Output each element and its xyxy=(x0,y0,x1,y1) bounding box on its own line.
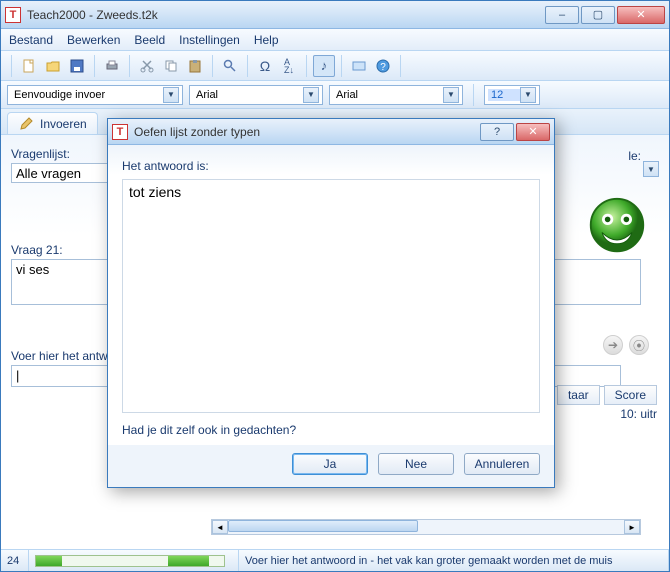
menu-instellingen[interactable]: Instellingen xyxy=(179,33,240,47)
chevron-down-icon[interactable]: ▼ xyxy=(643,161,659,177)
main-titlebar[interactable]: T Teach2000 - Zweeds.t2k – ▢ ✕ xyxy=(1,1,669,29)
dialog-answer-box: tot ziens xyxy=(122,179,540,413)
window-title: Teach2000 - Zweeds.t2k xyxy=(27,8,545,22)
scrollbar-thumb[interactable] xyxy=(228,520,418,532)
dialog-help-button[interactable]: ? xyxy=(480,123,514,141)
paste-icon[interactable] xyxy=(184,55,206,77)
toolbar: Ω AZ↓ ♪ ? xyxy=(1,51,669,81)
scroll-right-icon[interactable]: ► xyxy=(624,520,640,534)
dialog-question: Had je dit zelf ook in gedachten? xyxy=(122,423,540,437)
pencil-icon xyxy=(18,116,34,132)
sound-icon[interactable]: ♪ xyxy=(313,55,335,77)
font2-dropdown[interactable]: Arial ▼ xyxy=(329,85,463,105)
smiley-icon xyxy=(587,195,647,255)
open-file-icon[interactable] xyxy=(42,55,64,77)
statusbar: 24 Voer hier het antwoord in - het vak k… xyxy=(1,549,669,571)
no-button[interactable]: Nee xyxy=(378,453,454,475)
new-file-icon[interactable] xyxy=(18,55,40,77)
chevron-down-icon: ▼ xyxy=(520,87,536,103)
status-count: 24 xyxy=(1,550,29,571)
next-arrow-icon[interactable]: ➔ xyxy=(603,335,623,355)
chevron-down-icon: ▼ xyxy=(303,87,319,103)
status-hint: Voer hier het antwoord in - het vak kan … xyxy=(239,550,669,571)
practice-dialog: T Oefen lijst zonder typen ? ✕ Het antwo… xyxy=(107,118,555,488)
table-row: 10: uitr xyxy=(620,407,657,421)
help-icon[interactable]: ? xyxy=(372,55,394,77)
dialog-close-button[interactable]: ✕ xyxy=(516,123,550,141)
tab-label: Invoeren xyxy=(40,117,87,131)
minimize-button[interactable]: – xyxy=(545,6,579,24)
menu-bewerken[interactable]: Bewerken xyxy=(67,33,120,47)
svg-text:?: ? xyxy=(380,62,386,73)
find-icon[interactable] xyxy=(219,55,241,77)
menu-bestand[interactable]: Bestand xyxy=(9,33,53,47)
chevron-down-icon: ▼ xyxy=(443,87,459,103)
right-label: le: xyxy=(628,149,641,163)
omega-icon[interactable]: Ω xyxy=(254,55,276,77)
cut-icon[interactable] xyxy=(136,55,158,77)
dialog-title: Oefen lijst zonder typen xyxy=(134,125,480,139)
progress-bar xyxy=(35,555,225,567)
table-col-taar[interactable]: taar xyxy=(557,385,600,405)
print-icon[interactable] xyxy=(101,55,123,77)
app-icon: T xyxy=(5,7,21,23)
card-icon[interactable] xyxy=(348,55,370,77)
sort-icon[interactable]: AZ↓ xyxy=(278,55,300,77)
menubar: Bestand Bewerken Beeld Instellingen Help xyxy=(1,29,669,51)
cancel-button[interactable]: Annuleren xyxy=(464,453,540,475)
stop-icon[interactable]: ⦿ xyxy=(629,335,649,355)
yes-button[interactable]: Ja xyxy=(292,453,368,475)
font1-dropdown[interactable]: Arial ▼ xyxy=(189,85,323,105)
dialog-answer-label: Het antwoord is: xyxy=(122,159,540,173)
menu-beeld[interactable]: Beeld xyxy=(134,33,165,47)
menu-help[interactable]: Help xyxy=(254,33,279,47)
table-col-score[interactable]: Score xyxy=(604,385,657,405)
maximize-button[interactable]: ▢ xyxy=(581,6,615,24)
chevron-down-icon: ▼ xyxy=(163,87,179,103)
fontsize-dropdown[interactable]: 12 ▼ xyxy=(484,85,540,105)
horizontal-scrollbar[interactable]: ◄ ► xyxy=(211,519,641,535)
copy-icon[interactable] xyxy=(160,55,182,77)
tab-invoeren[interactable]: Invoeren xyxy=(7,112,98,134)
scroll-left-icon[interactable]: ◄ xyxy=(212,520,228,534)
mode-dropdown[interactable]: Eenvoudige invoer ▼ xyxy=(7,85,183,105)
close-button[interactable]: ✕ xyxy=(617,6,665,24)
control-bar: Eenvoudige invoer ▼ Arial ▼ Arial ▼ 12 ▼ xyxy=(1,81,669,109)
app-icon: T xyxy=(112,124,128,140)
dialog-titlebar[interactable]: T Oefen lijst zonder typen ? ✕ xyxy=(108,119,554,145)
save-icon[interactable] xyxy=(66,55,88,77)
